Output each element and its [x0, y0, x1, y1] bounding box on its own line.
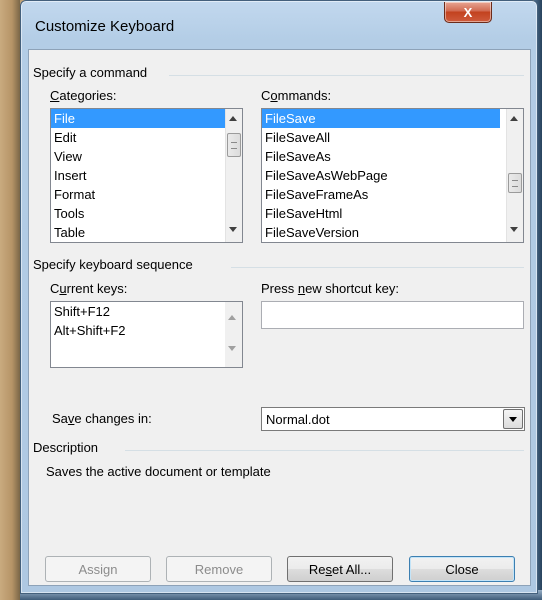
current-keys-label: Current keys: — [50, 281, 128, 296]
remove-button[interactable]: Remove — [166, 556, 272, 582]
command-item-filesaveas[interactable]: FileSaveAs — [262, 147, 523, 166]
scroll-thumb[interactable] — [508, 173, 522, 193]
description-label: Description — [33, 440, 105, 455]
category-item-view[interactable]: View — [51, 147, 242, 166]
scroll-up-icon — [228, 315, 236, 320]
current-keys-list: Shift+F12 Alt+Shift+F2 — [51, 302, 242, 340]
categories-label: Categories: — [50, 88, 117, 103]
category-item-insert[interactable]: Insert — [51, 166, 242, 185]
dropdown-arrow-icon — [509, 417, 517, 422]
categories-scrollbar[interactable] — [225, 109, 242, 242]
category-item-edit[interactable]: Edit — [51, 128, 242, 147]
scroll-thumb[interactable] — [227, 133, 241, 157]
current-keys-listbox[interactable]: Shift+F12 Alt+Shift+F2 — [50, 301, 243, 368]
command-item-filesaveall[interactable]: FileSaveAll — [262, 128, 523, 147]
commands-listbox[interactable]: FileSave FileSaveAll FileSaveAs FileSave… — [261, 108, 524, 243]
category-item-format[interactable]: Format — [51, 185, 242, 204]
command-item-filesave[interactable]: FileSave — [262, 109, 500, 128]
current-key-item[interactable]: Shift+F12 — [51, 302, 242, 321]
group-separator — [125, 450, 524, 451]
specify-command-label: Specify a command — [33, 65, 154, 80]
group-separator — [231, 267, 524, 268]
categories-listbox[interactable]: File Edit View Insert Format Tools Table — [50, 108, 243, 243]
save-changes-dropdown[interactable]: Normal.dot — [261, 407, 525, 431]
command-item-filesaveversion[interactable]: FileSaveVersion — [262, 223, 523, 242]
close-icon: X — [463, 4, 473, 20]
category-item-table[interactable]: Table — [51, 223, 242, 242]
background-left — [0, 0, 20, 600]
current-key-item[interactable]: Alt+Shift+F2 — [51, 321, 242, 340]
dialog-title: Customize Keyboard — [35, 18, 175, 35]
command-item-filesaveframeas[interactable]: FileSaveFrameAs — [262, 185, 523, 204]
close-window-button[interactable]: X — [444, 2, 492, 23]
commands-list: FileSave FileSaveAll FileSaveAs FileSave… — [262, 109, 523, 242]
reset-all-button[interactable]: Re s et All... — [287, 556, 393, 582]
scroll-down-icon — [228, 346, 236, 351]
commands-label: Commands: — [261, 88, 332, 103]
dropdown-button[interactable] — [503, 409, 523, 429]
dialog-client-area: Specify a command Categories: File Edit … — [28, 49, 531, 586]
save-changes-value: Normal.dot — [266, 412, 330, 427]
category-item-file[interactable]: File — [51, 109, 225, 128]
categories-list: File Edit View Insert Format Tools Table — [51, 109, 242, 242]
customize-keyboard-dialog: Customize Keyboard X Specify a command C… — [20, 0, 538, 594]
scroll-down-icon[interactable] — [510, 227, 518, 232]
new-shortcut-input[interactable] — [261, 301, 524, 329]
scroll-up-icon[interactable] — [510, 116, 518, 121]
command-item-filesavehtml[interactable]: FileSaveHtml — [262, 204, 523, 223]
scroll-down-icon[interactable] — [229, 227, 237, 232]
description-text: Saves the active document or template — [46, 464, 271, 479]
scroll-up-icon[interactable] — [229, 116, 237, 121]
close-button[interactable]: Close — [409, 556, 515, 582]
save-changes-label: Save changes in: — [52, 411, 152, 426]
category-item-tools[interactable]: Tools — [51, 204, 242, 223]
new-shortcut-label: Press new shortcut key: — [261, 281, 400, 296]
group-separator — [169, 75, 524, 76]
command-item-filesaveaswebpage[interactable]: FileSaveAsWebPage — [262, 166, 523, 185]
current-keys-scrollbar — [225, 302, 242, 367]
assign-button[interactable]: Assign — [45, 556, 151, 582]
specify-keyboard-sequence-label: Specify keyboard sequence — [33, 257, 199, 272]
commands-scrollbar[interactable] — [506, 109, 523, 242]
